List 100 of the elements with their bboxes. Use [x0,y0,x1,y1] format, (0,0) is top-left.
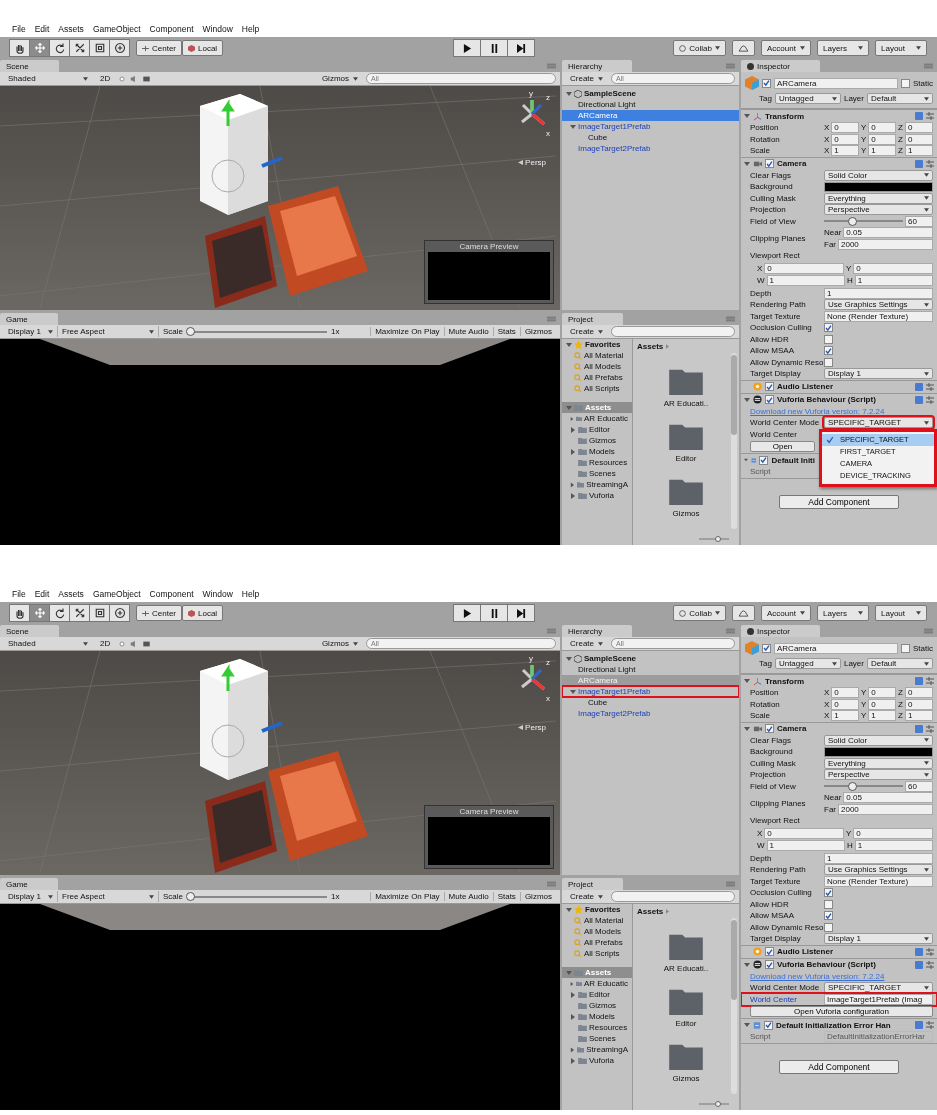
number-field[interactable]: 0 [831,133,859,145]
object-name-field[interactable]: ARCamera [774,642,898,654]
account-dropdown[interactable]: Account [761,605,811,621]
scale-slider[interactable] [187,892,327,901]
pivot-button[interactable]: Center [136,40,182,56]
asset-folder-item[interactable]: Models [562,1011,632,1022]
number-field[interactable]: 0 [831,687,859,699]
inspector-tab[interactable]: Inspector [741,60,820,72]
asset-folder-item[interactable]: Gizmos [562,435,632,446]
folder-icon[interactable] [669,367,703,395]
foldout-arrow-icon[interactable] [566,655,572,662]
tool-button[interactable] [49,39,70,57]
display-dropdown[interactable]: Display 1 [4,326,58,337]
zoom-slider-icon[interactable] [699,536,729,542]
asset-folder-item[interactable]: Gizmos [562,1000,632,1011]
folder-label[interactable]: Gizmos [672,1074,700,1083]
checkbox[interactable] [759,455,769,465]
sun-icon[interactable] [118,639,127,648]
scrollbar[interactable] [731,353,737,529]
settings-sliders-icon[interactable] [926,947,934,956]
create-dropdown[interactable]: Create [566,638,607,649]
hierarchy-item[interactable]: Cube [562,132,739,143]
checkbox[interactable] [824,922,833,932]
zoom-slider-icon[interactable] [699,1101,729,1107]
create-dropdown[interactable]: Create [566,326,607,337]
tool-button[interactable] [49,604,70,622]
number-field[interactable]: 1 [854,274,933,286]
menu-item[interactable]: File [12,588,26,599]
dropdown[interactable]: Use Graphics Settings [824,299,933,311]
foldout-arrow-icon[interactable] [570,688,576,695]
number-field[interactable]: 0 [868,122,896,134]
foldout-arrow-icon[interactable] [744,1022,750,1028]
folder-icon[interactable] [669,987,703,1015]
tool-button[interactable] [89,39,110,57]
dropdown[interactable]: Solid Color [824,169,933,181]
create-dropdown[interactable]: Create [566,891,607,902]
checkbox[interactable] [765,724,774,733]
favorite-item[interactable]: All Prefabs [562,937,632,948]
asset-folder-item[interactable]: Vuforia [562,490,632,501]
gizmos-dropdown[interactable]: Gizmos [317,73,362,84]
number-field[interactable]: 1 [766,274,845,286]
favorites-header[interactable]: Favorites [562,339,632,350]
hierarchy-item[interactable]: ARCamera [562,110,739,121]
shading-dropdown[interactable]: Shaded [4,73,92,84]
tool-button[interactable] [109,604,130,622]
favorite-item[interactable]: All Material [562,350,632,361]
folder-label[interactable]: Editor [675,454,697,463]
settings-sliders-icon[interactable] [926,960,934,969]
number-field[interactable]: 0 [904,698,933,710]
number-field[interactable]: 0.05 [843,792,933,803]
foldout-arrow-icon[interactable] [744,160,750,167]
dropdown[interactable]: Everything [824,192,933,204]
object-field[interactable]: None (Render Texture) [824,310,933,322]
orientation-gizmo-drawing[interactable]: y z x [510,88,554,140]
settings-sliders-icon[interactable] [926,395,934,404]
settings-sliders-icon[interactable] [926,677,934,685]
number-field[interactable]: 0.05 [843,227,933,238]
layers-dropdown[interactable]: Layers [817,40,869,56]
menu-item[interactable]: Window [202,23,233,34]
number-field[interactable]: 1 [766,839,845,851]
number-field[interactable]: 1 [868,710,896,722]
favorite-item[interactable]: All Material [562,915,632,926]
checkbox[interactable] [824,888,833,898]
favorite-item[interactable]: All Prefabs [562,372,632,383]
image-icon[interactable] [142,74,152,83]
asset-folder-item[interactable]: Resources [562,1022,632,1033]
foldout-arrow-icon[interactable] [744,678,750,684]
orientation-gizmo-drawing[interactable]: y z x [510,653,554,705]
dropdown[interactable]: Display 1 [824,368,933,380]
layer-dropdown[interactable]: Default [866,658,933,669]
menu-item[interactable]: GameObject [92,23,141,34]
number-field[interactable]: 0 [853,262,933,274]
color-field[interactable] [824,746,933,757]
scene-viewport[interactable]: y z x Persp Camera Preview [0,86,560,310]
dropdown[interactable]: Perspective [824,204,933,216]
folder-icon[interactable] [669,1042,703,1070]
game-toolbar-button[interactable]: Gizmos [519,892,556,901]
asset-folder-item[interactable]: Vuforia [562,1055,632,1066]
game-toolbar-button[interactable]: Stats [492,327,520,336]
number-field[interactable]: 1 [868,145,896,157]
create-dropdown[interactable]: Create [566,73,607,84]
hierarchy-tab[interactable]: Hierarchy [562,60,633,72]
menu-item[interactable]: Edit [34,23,50,34]
slider-thumb[interactable] [848,216,858,226]
menu-item[interactable]: Component [149,23,194,34]
asset-folder-item[interactable]: Resources [562,457,632,468]
number-field[interactable]: 1 [824,287,933,299]
tag-dropdown[interactable]: Untagged [774,658,841,669]
number-field[interactable]: 1 [831,710,859,722]
game-toolbar-button[interactable]: Mute Audio [443,327,493,336]
favorite-item[interactable]: All Scripts [562,383,632,394]
foldout-arrow-icon[interactable] [566,906,572,913]
checkbox[interactable] [764,1020,773,1030]
tag-dropdown[interactable]: Untagged [774,93,841,104]
settings-sliders-icon[interactable] [926,724,934,733]
number-field[interactable]: 0 [853,827,933,839]
scale-slider[interactable] [187,327,327,336]
number-field[interactable]: 1 [904,145,933,157]
tool-button[interactable] [69,39,90,57]
scene-viewport[interactable]: y z x Persp Camera Preview [0,651,560,875]
